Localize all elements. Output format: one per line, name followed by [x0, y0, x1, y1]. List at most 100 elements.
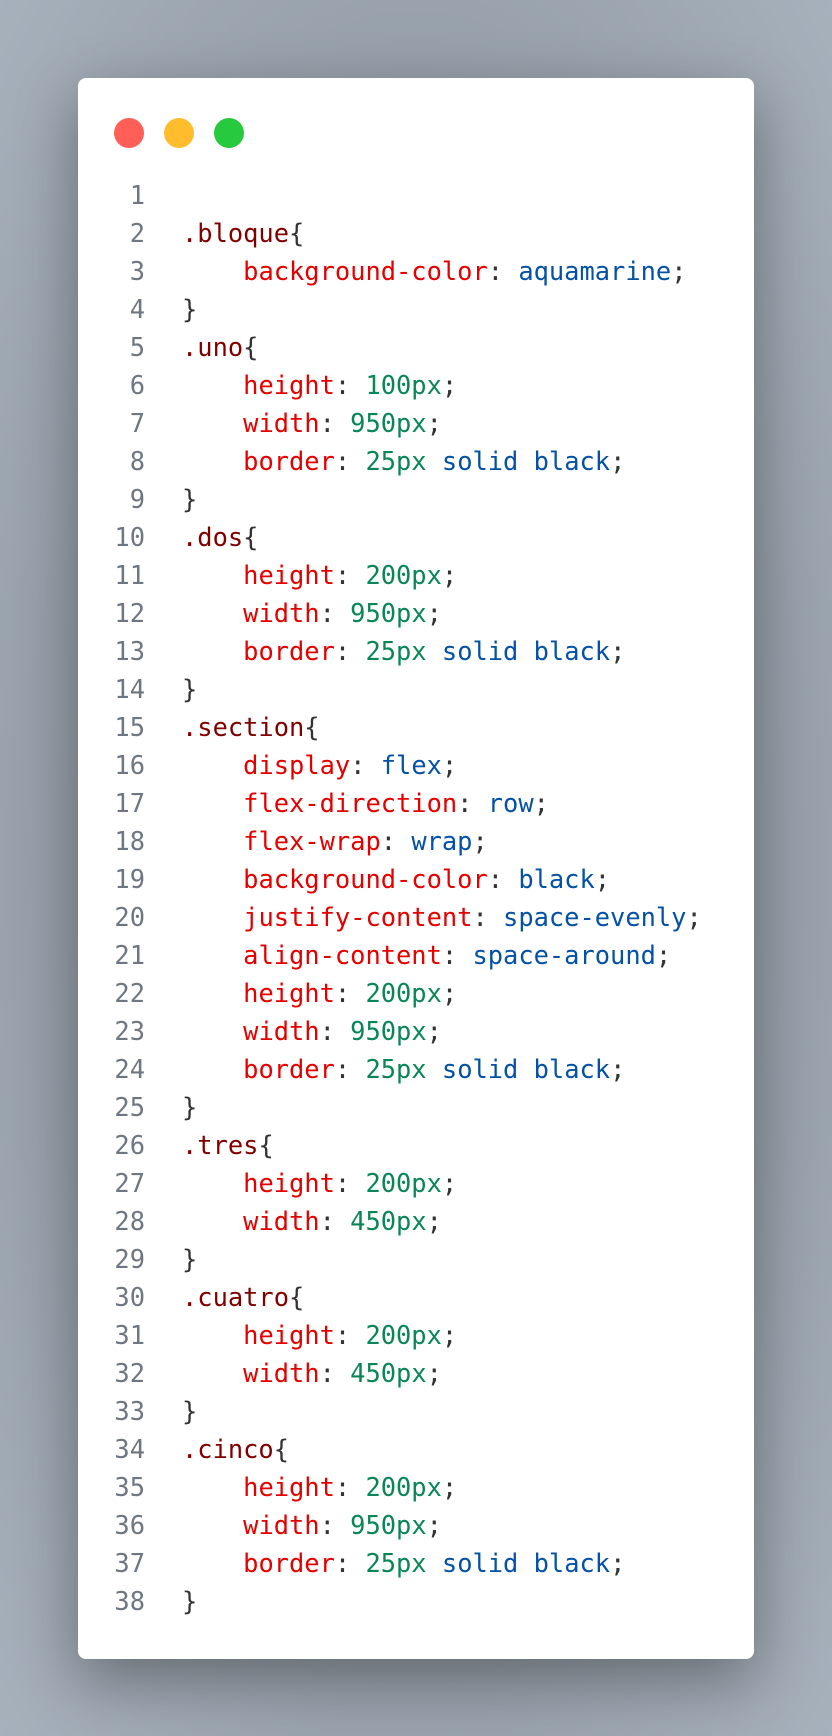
line-number: 22 — [114, 978, 145, 1008]
token-p: : — [319, 1016, 351, 1046]
code-line: 23 width: 950px; — [78, 1012, 754, 1050]
token-p: ; — [610, 446, 626, 476]
line-number: 36 — [114, 1510, 145, 1540]
line-number: 33 — [114, 1396, 145, 1426]
token-num: 200px — [365, 1320, 442, 1350]
code-line: 37 border: 25px solid black; — [78, 1544, 754, 1582]
token-p: } — [182, 1586, 198, 1616]
code-line: 7 width: 950px; — [78, 404, 754, 442]
line-source: .section{ — [145, 708, 320, 746]
line-number: 37 — [114, 1548, 145, 1578]
token-prop: height — [243, 370, 335, 400]
token-val: solid black — [441, 446, 611, 476]
line-number: 31 — [114, 1320, 145, 1350]
token-p: ; — [472, 826, 488, 856]
code-line: 38} — [78, 1582, 754, 1620]
token-p — [182, 1510, 243, 1540]
token-p — [182, 826, 243, 856]
token-p — [427, 1054, 442, 1084]
code-line: 6 height: 100px; — [78, 366, 754, 404]
code-line: 32 width: 450px; — [78, 1354, 754, 1392]
token-p: } — [182, 484, 198, 514]
token-p — [427, 446, 442, 476]
token-p — [182, 750, 243, 780]
token-p: ; — [441, 1472, 458, 1502]
line-number: 18 — [114, 826, 145, 856]
close-button[interactable] — [114, 118, 144, 148]
token-p: ; — [426, 408, 442, 438]
token-p — [427, 1548, 442, 1578]
token-p: : — [319, 1510, 351, 1540]
line-number: 25 — [114, 1092, 145, 1122]
line-number: 16 — [114, 750, 145, 780]
line-source: background-color: black; — [145, 860, 610, 898]
token-prop: width — [243, 408, 320, 438]
code-line: 25} — [78, 1088, 754, 1126]
token-p: ; — [426, 1016, 442, 1046]
token-p: } — [182, 1396, 198, 1426]
line-number: 3 — [129, 256, 145, 286]
token-sel: .cinco — [182, 1434, 274, 1464]
code-line: 14} — [78, 670, 754, 708]
token-p: } — [182, 294, 198, 324]
line-number: 19 — [114, 864, 145, 894]
line-number: 26 — [114, 1130, 145, 1160]
line-number: 9 — [129, 484, 145, 514]
line-source: .bloque{ — [145, 214, 304, 252]
line-number: 8 — [129, 446, 145, 476]
token-prop: border — [243, 636, 335, 666]
token-prop: background-color — [243, 864, 488, 894]
token-prop: border — [243, 1054, 335, 1084]
token-p: : — [457, 788, 488, 818]
line-number: 17 — [114, 788, 145, 818]
token-p — [182, 598, 243, 628]
line-source: align-content: space-around; — [145, 936, 671, 974]
token-p: ; — [441, 1320, 458, 1350]
code-line: 3 background-color: aquamarine; — [78, 252, 754, 290]
token-p: { — [304, 712, 320, 742]
token-prop: height — [243, 1168, 335, 1198]
token-p: : — [334, 1548, 366, 1578]
token-num: 25px — [365, 1548, 427, 1578]
code-line: 29} — [78, 1240, 754, 1278]
code-block: 1 2 .bloque{3 background-color: aquamarine… — [78, 176, 754, 1620]
token-val: black — [518, 864, 595, 894]
code-line: 24 border: 25px solid black; — [78, 1050, 754, 1088]
code-line: 34 .cinco{ — [78, 1430, 754, 1468]
token-p — [182, 788, 243, 818]
token-prop: height — [243, 978, 335, 1008]
token-p — [182, 636, 243, 666]
line-number: 21 — [114, 940, 145, 970]
token-val: solid black — [441, 636, 611, 666]
maximize-button[interactable] — [214, 118, 244, 148]
token-num: 450px — [350, 1206, 427, 1236]
minimize-button[interactable] — [164, 118, 194, 148]
token-p: ; — [441, 750, 458, 780]
line-number: 7 — [129, 408, 145, 438]
token-p: : — [334, 636, 366, 666]
token-sel: .dos — [182, 522, 244, 552]
token-val: space-evenly — [503, 902, 687, 932]
token-p: ; — [610, 636, 626, 666]
line-number: 12 — [114, 598, 145, 628]
token-sel: .uno — [182, 332, 244, 362]
token-prop: width — [243, 1206, 320, 1236]
token-p: : — [334, 1054, 366, 1084]
line-number: 38 — [114, 1586, 145, 1616]
line-source: width: 950px; — [145, 1012, 442, 1050]
token-p: : — [334, 370, 366, 400]
line-number: 34 — [114, 1434, 145, 1464]
line-number: 4 — [129, 294, 145, 324]
code-line: 5 .uno{ — [78, 328, 754, 366]
token-p: ; — [426, 598, 442, 628]
token-p: : — [334, 1472, 366, 1502]
code-line: 8 border: 25px solid black; — [78, 442, 754, 480]
line-number: 1 — [129, 180, 145, 210]
code-line: 12 width: 950px; — [78, 594, 754, 632]
token-p — [182, 446, 243, 476]
line-number: 6 — [129, 370, 145, 400]
line-number: 13 — [114, 636, 145, 666]
code-line: 22 height: 200px; — [78, 974, 754, 1012]
token-prop: display — [243, 750, 351, 780]
line-number: 28 — [114, 1206, 145, 1236]
